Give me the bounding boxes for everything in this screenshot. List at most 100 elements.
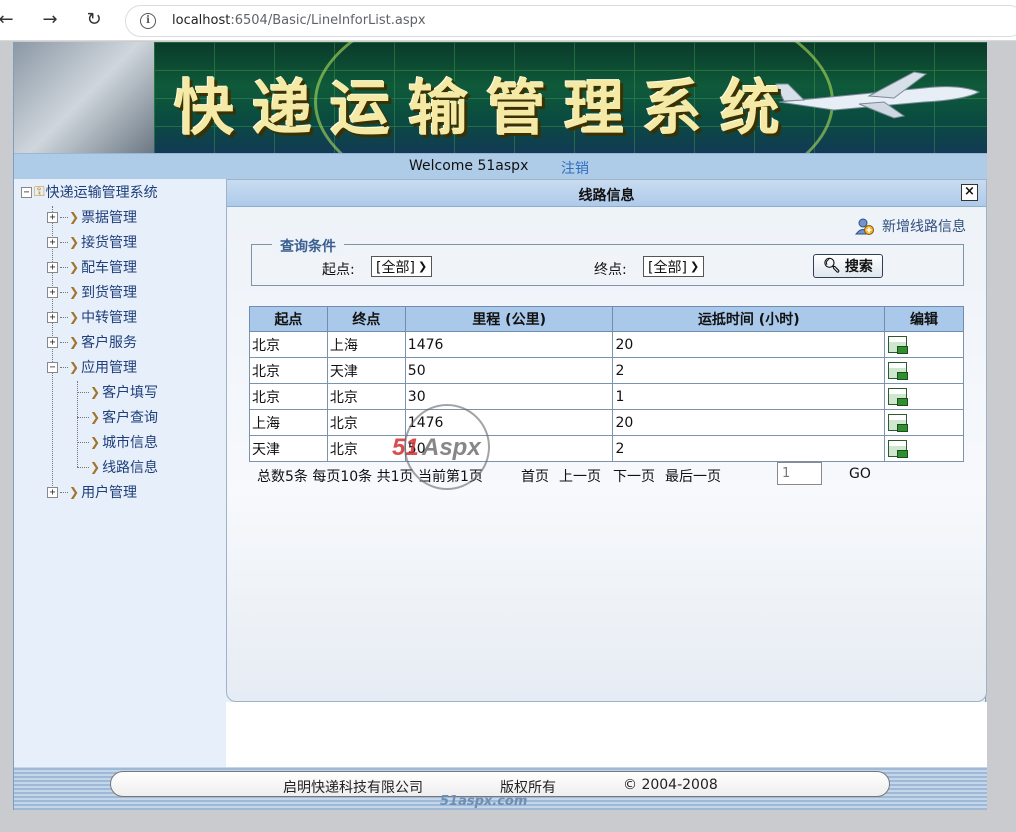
arrow-icon: ❯ [90, 435, 101, 449]
sidebar-subitem-city-info[interactable]: ❯ 城市信息 [77, 431, 158, 453]
expand-icon[interactable]: + [47, 236, 58, 248]
edit-icon[interactable] [888, 388, 909, 406]
edit-icon[interactable] [888, 336, 909, 354]
expand-icon[interactable]: + [47, 336, 58, 348]
prev-page-link[interactable]: 上一页 [559, 466, 601, 486]
cell-edit [884, 435, 964, 462]
welcome-bar: Welcome 51aspx 注销 [14, 153, 987, 179]
cell-distance: 1476 [404, 331, 614, 358]
end-select[interactable]: [全部] ❯ [643, 256, 705, 277]
sidebar-item-label: 配车管理 [81, 260, 138, 276]
close-button[interactable]: × [961, 184, 978, 201]
banner-title: 快递运输管理系统 [174, 74, 798, 144]
last-page-link[interactable]: 最后一页 [665, 466, 721, 486]
sidebar-subitem-line-info[interactable]: ❯ 线路信息 [77, 456, 158, 478]
start-select-value: [全部] [376, 259, 415, 276]
expand-icon[interactable]: + [47, 311, 58, 323]
back-arrow-icon[interactable]: ← [0, 8, 18, 32]
logout-link[interactable]: 注销 [561, 158, 589, 178]
sidebar-tree: − ⚿ 快递运输管理系统 + ❯ 票据管理 + ❯ 接货管理 + ❯ 配车管理 + ❯ … [14, 179, 226, 767]
cell-edit [884, 357, 964, 384]
arrow-icon: ❯ [90, 410, 101, 424]
tree-root-label: 快递运输管理系统 [45, 185, 158, 201]
search-button[interactable]: 🔍︎ 搜索 [813, 254, 883, 278]
cell-start: 天津 [249, 435, 328, 462]
search-icon: 🔍︎ [823, 258, 841, 274]
sidebar-subitem-label: 线路信息 [102, 460, 159, 476]
cell-start: 北京 [249, 331, 328, 358]
cell-time: 20 [612, 331, 886, 358]
sidebar-item-label: 票据管理 [81, 210, 138, 226]
footer-company: 启明快递科技有限公司 [283, 780, 423, 796]
footer-copyright: © 2004-2008 [623, 777, 718, 793]
forward-arrow-icon[interactable]: → [38, 8, 62, 32]
tree-root[interactable]: − ⚿ 快递运输管理系统 [21, 181, 158, 203]
start-select[interactable]: [全部] ❯ [371, 256, 433, 277]
expand-icon[interactable]: + [47, 261, 58, 273]
sidebar-item-transfer[interactable]: + ❯ 中转管理 [47, 306, 137, 328]
welcome-text: Welcome 51aspx [409, 158, 529, 174]
collapse-icon[interactable]: − [21, 186, 32, 198]
info-icon[interactable]: i [140, 13, 156, 29]
sidebar-item-arrival[interactable]: + ❯ 到货管理 [47, 281, 137, 303]
column-header: 里程 (公里) [404, 306, 614, 332]
sidebar-item-customer-service[interactable]: + ❯ 客户服务 [47, 331, 137, 353]
sidebar-item-label: 应用管理 [81, 360, 138, 376]
add-line-label: 新增线路信息 [882, 219, 966, 235]
edit-icon[interactable] [888, 440, 909, 458]
arrow-icon: ❯ [69, 360, 80, 374]
cell-edit [884, 383, 964, 410]
sidebar-item-users[interactable]: + ❯ 用户管理 [47, 481, 137, 503]
edit-icon[interactable] [888, 414, 909, 432]
next-page-link[interactable]: 下一页 [613, 466, 655, 486]
cell-start: 上海 [249, 409, 328, 436]
banner: 快递运输管理系统 [14, 42, 987, 153]
arrow-icon: ❯ [69, 235, 80, 249]
edit-icon[interactable] [888, 362, 909, 380]
cell-time: 2 [612, 357, 886, 384]
reload-icon[interactable]: ↻ [82, 8, 106, 32]
browser-toolbar: ← → ↻ i localhost:6504/Basic/LineInforLi… [0, 0, 1016, 41]
line-table: 起点 终点 里程 (公里) 运抵时间 (小时) 编辑 北京 上海 1476 20… [249, 306, 964, 462]
sidebar-item-vehicle[interactable]: + ❯ 配车管理 [47, 256, 137, 278]
footer: 启明快递科技有限公司 版权所有 © 2004-2008 51aspx.com [14, 767, 987, 810]
cell-edit [884, 331, 964, 358]
panel-title: 线路信息 [578, 188, 635, 204]
sidebar-subitem-label: 客户查询 [102, 410, 159, 426]
url-text[interactable]: localhost:6504/Basic/LineInforList.aspx [172, 13, 426, 28]
table-row: 北京 上海 1476 20 [249, 331, 964, 358]
arrow-icon: ❯ [69, 210, 80, 224]
sidebar-item-tickets[interactable]: + ❯ 票据管理 [47, 206, 137, 228]
arrow-icon: ❯ [69, 485, 80, 499]
main-panel: 线路信息 × 新增线路信息 查询条件 起点: [全部]❯ 终点: [全部]❯ [226, 179, 987, 702]
go-button[interactable]: GO [849, 466, 871, 482]
cell-start: 北京 [249, 383, 328, 410]
watermark-aspx: Aspx [421, 434, 482, 461]
query-fieldset: 查询条件 起点: [全部] ❯ 终点: [全部] ❯ 🔍︎ 搜索 [251, 236, 964, 286]
expand-icon[interactable]: + [47, 286, 58, 298]
content-background [226, 702, 987, 767]
airplane-icon [775, 71, 981, 119]
sidebar-item-application[interactable]: − ❯ 应用管理 [47, 356, 137, 378]
sidebar-subitem-customer-fill[interactable]: ❯ 客户填写 [77, 381, 158, 403]
page-number-input[interactable]: 1 [777, 462, 822, 485]
expand-icon[interactable]: + [47, 211, 58, 223]
address-bar[interactable]: i localhost:6504/Basic/LineInforList.asp… [125, 5, 1016, 37]
add-line-link[interactable]: 新增线路信息 [854, 216, 966, 236]
sidebar-subitem-customer-query[interactable]: ❯ 客户查询 [77, 406, 158, 428]
add-user-icon [854, 218, 874, 235]
sidebar-item-label: 到货管理 [81, 285, 138, 301]
railway-image [14, 42, 154, 153]
sidebar-subitem-label: 客户填写 [102, 385, 159, 401]
cell-end: 天津 [326, 357, 406, 384]
sidebar-item-pickup[interactable]: + ❯ 接货管理 [47, 231, 137, 253]
expand-icon[interactable]: + [47, 486, 58, 498]
column-header: 起点 [249, 306, 328, 332]
chevron-down-icon: ❯ [417, 260, 428, 273]
collapse-icon[interactable]: − [47, 361, 58, 373]
column-header: 编辑 [884, 306, 964, 332]
panel-header: 线路信息 × [227, 180, 986, 207]
arrow-icon: ❯ [69, 260, 80, 274]
watermark-51: 51 [392, 434, 419, 461]
first-page-link[interactable]: 首页 [521, 466, 549, 486]
